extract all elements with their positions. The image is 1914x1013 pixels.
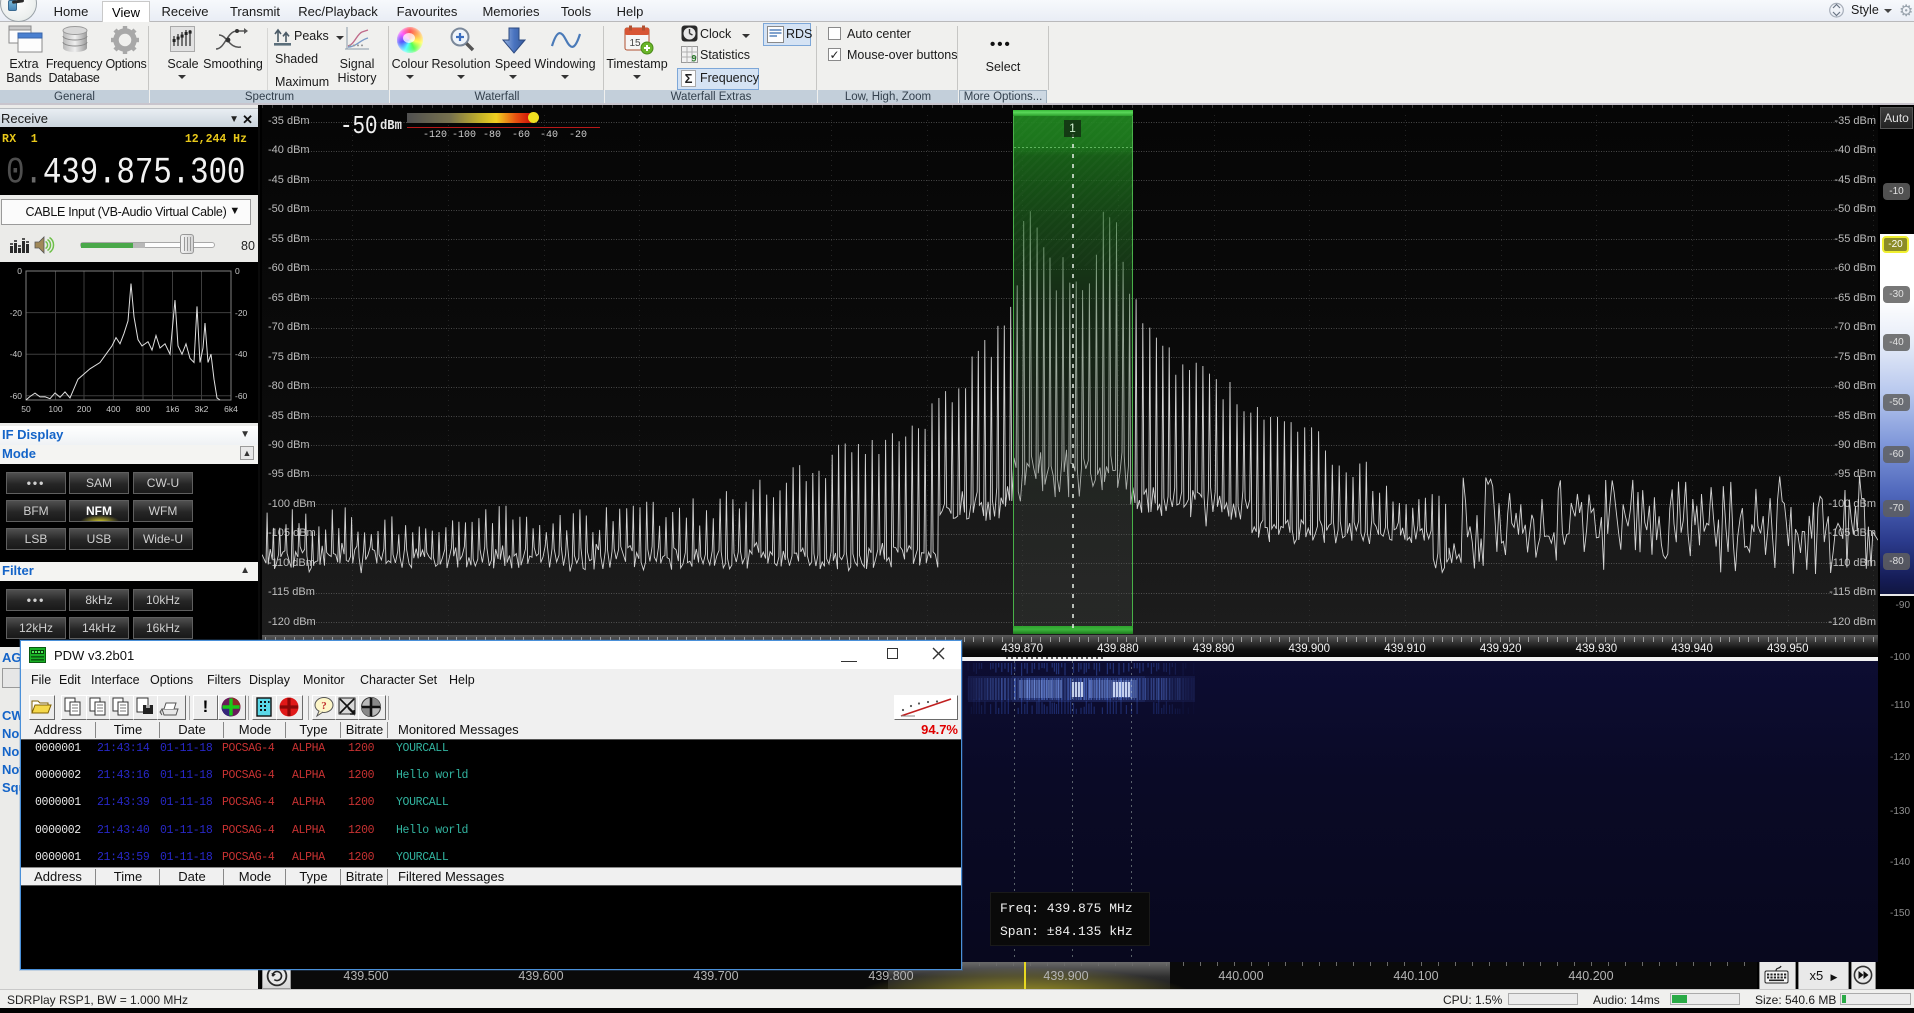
svg-text:800: 800 bbox=[136, 404, 150, 414]
svg-text:-60: -60 bbox=[235, 391, 248, 401]
svg-text:-40: -40 bbox=[235, 349, 248, 359]
svg-text:0: 0 bbox=[235, 266, 240, 276]
svg-text:1k6: 1k6 bbox=[166, 404, 180, 414]
svg-text:-60: -60 bbox=[10, 391, 23, 401]
svg-text:15: 15 bbox=[629, 38, 641, 49]
svg-text:6k4: 6k4 bbox=[224, 404, 238, 414]
svg-text:400: 400 bbox=[106, 404, 120, 414]
svg-text:-20: -20 bbox=[235, 308, 248, 318]
svg-text:100: 100 bbox=[48, 404, 62, 414]
svg-text:9: 9 bbox=[691, 54, 696, 64]
svg-text:50: 50 bbox=[21, 404, 31, 414]
svg-text:-20: -20 bbox=[10, 308, 23, 318]
svg-text:?: ? bbox=[321, 700, 327, 712]
svg-text:0: 0 bbox=[17, 266, 22, 276]
svg-text:-40: -40 bbox=[10, 349, 23, 359]
svg-text:200: 200 bbox=[77, 404, 91, 414]
svg-text:3k2: 3k2 bbox=[195, 404, 209, 414]
